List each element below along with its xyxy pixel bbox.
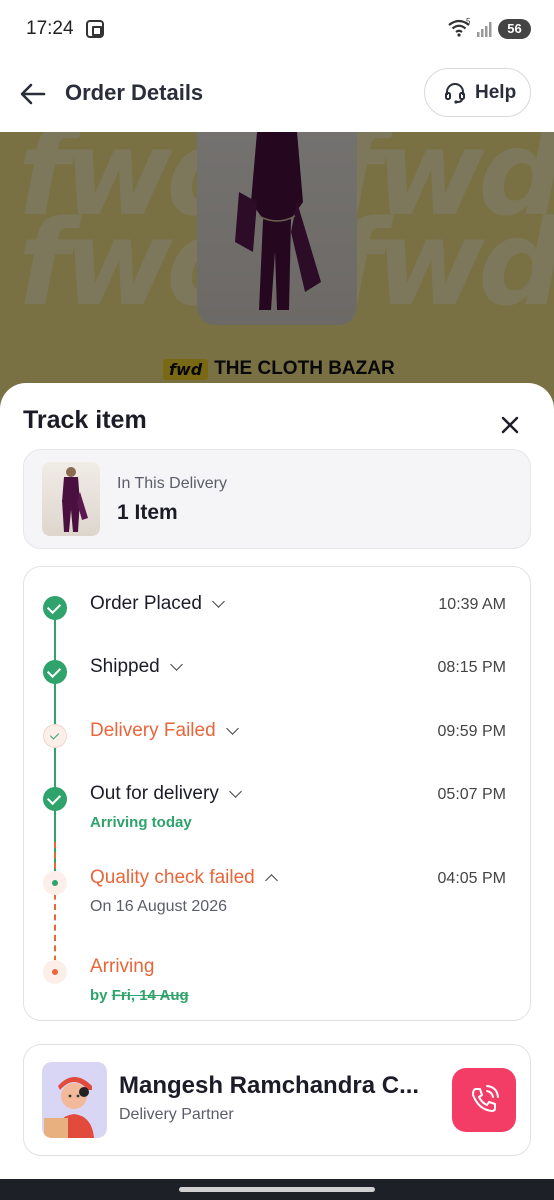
- item-figure: [62, 467, 88, 532]
- step-label: Order Placed: [90, 593, 202, 614]
- close-icon[interactable]: [498, 413, 522, 437]
- signal-icon: [477, 22, 492, 37]
- step-order-placed[interactable]: Order Placed: [90, 593, 225, 615]
- call-partner-button[interactable]: [452, 1068, 516, 1132]
- step-label: Shipped: [90, 656, 160, 677]
- step-label: Delivery Failed: [90, 720, 216, 741]
- chevron-up-icon: [264, 874, 278, 887]
- delivery-count: 1 Item: [117, 501, 178, 524]
- step-label: Quality check failed: [90, 867, 255, 888]
- step-failed-icon: [43, 724, 67, 748]
- step-delivery-failed[interactable]: Delivery Failed: [90, 720, 239, 742]
- status-time: 17:24: [26, 18, 74, 39]
- back-arrow-icon[interactable]: [18, 79, 48, 109]
- step-label: Out for delivery: [90, 783, 219, 804]
- chevron-down-icon: [212, 595, 225, 608]
- battery-indicator: 56: [498, 19, 531, 39]
- chevron-down-icon: [228, 785, 242, 798]
- arrival-prefix: by: [90, 987, 108, 1004]
- step-time: 10:39 AM: [438, 596, 506, 613]
- step-current-icon: [43, 960, 67, 984]
- timeline-dashed-line: [54, 842, 56, 972]
- step-done-icon: [43, 596, 67, 620]
- track-item-sheet: Track item In This Delivery 1 Item Order…: [0, 383, 554, 1179]
- status-bar: 17:24 5 56: [0, 0, 554, 58]
- chevron-down-icon: [225, 722, 239, 735]
- phone-icon: [472, 1085, 499, 1112]
- sheet-title: Track item: [23, 406, 147, 434]
- chevron-down-icon: [169, 658, 183, 671]
- home-gesture-handle[interactable]: [179, 1187, 375, 1192]
- delivery-partner-card: Mangesh Ramchandra C... Delivery Partner: [23, 1044, 531, 1156]
- step-label: Arriving: [90, 956, 155, 977]
- arrival-date: by Fri, 14 Aug: [90, 987, 189, 1004]
- item-thumbnail: [42, 462, 100, 536]
- step-arriving: Arriving: [90, 956, 154, 978]
- step-time: 04:05 PM: [437, 870, 506, 887]
- delivery-summary-card[interactable]: In This Delivery 1 Item: [23, 449, 531, 549]
- screen-record-icon: [86, 20, 104, 38]
- partner-avatar: [42, 1062, 107, 1138]
- step-time: 08:15 PM: [437, 659, 506, 676]
- step-subtext: On 16 August 2026: [90, 898, 227, 915]
- step-subtext: Arriving today: [90, 814, 192, 831]
- step-time: 09:59 PM: [437, 723, 506, 740]
- tracking-timeline: Order Placed 10:39 AM Shipped 08:15 PM D…: [23, 566, 531, 1021]
- step-shipped[interactable]: Shipped: [90, 656, 183, 678]
- step-out-for-delivery[interactable]: Out for delivery: [90, 783, 242, 805]
- wifi-icon: 5: [448, 18, 471, 37]
- step-quality-check-failed[interactable]: Quality check failed: [90, 867, 278, 889]
- step-done-icon: [43, 787, 67, 811]
- wifi-badge: 5: [466, 18, 471, 26]
- delivery-label: In This Delivery: [117, 475, 227, 492]
- help-label: Help: [475, 81, 517, 103]
- partner-name: Mangesh Ramchandra C...: [119, 1072, 420, 1099]
- delivery-person-icon: [42, 1062, 107, 1138]
- help-button[interactable]: Help: [424, 68, 531, 117]
- step-done-icon: [43, 660, 67, 684]
- header: Order Details Help: [0, 58, 554, 132]
- partner-role: Delivery Partner: [119, 1106, 234, 1123]
- page-title: Order Details: [65, 80, 204, 105]
- step-time: 05:07 PM: [437, 786, 506, 803]
- step-pending-icon: [43, 871, 67, 895]
- headset-icon: [445, 82, 465, 104]
- original-arrival-date: Fri, 14 Aug: [111, 987, 189, 1004]
- system-nav-bar: [0, 1179, 554, 1200]
